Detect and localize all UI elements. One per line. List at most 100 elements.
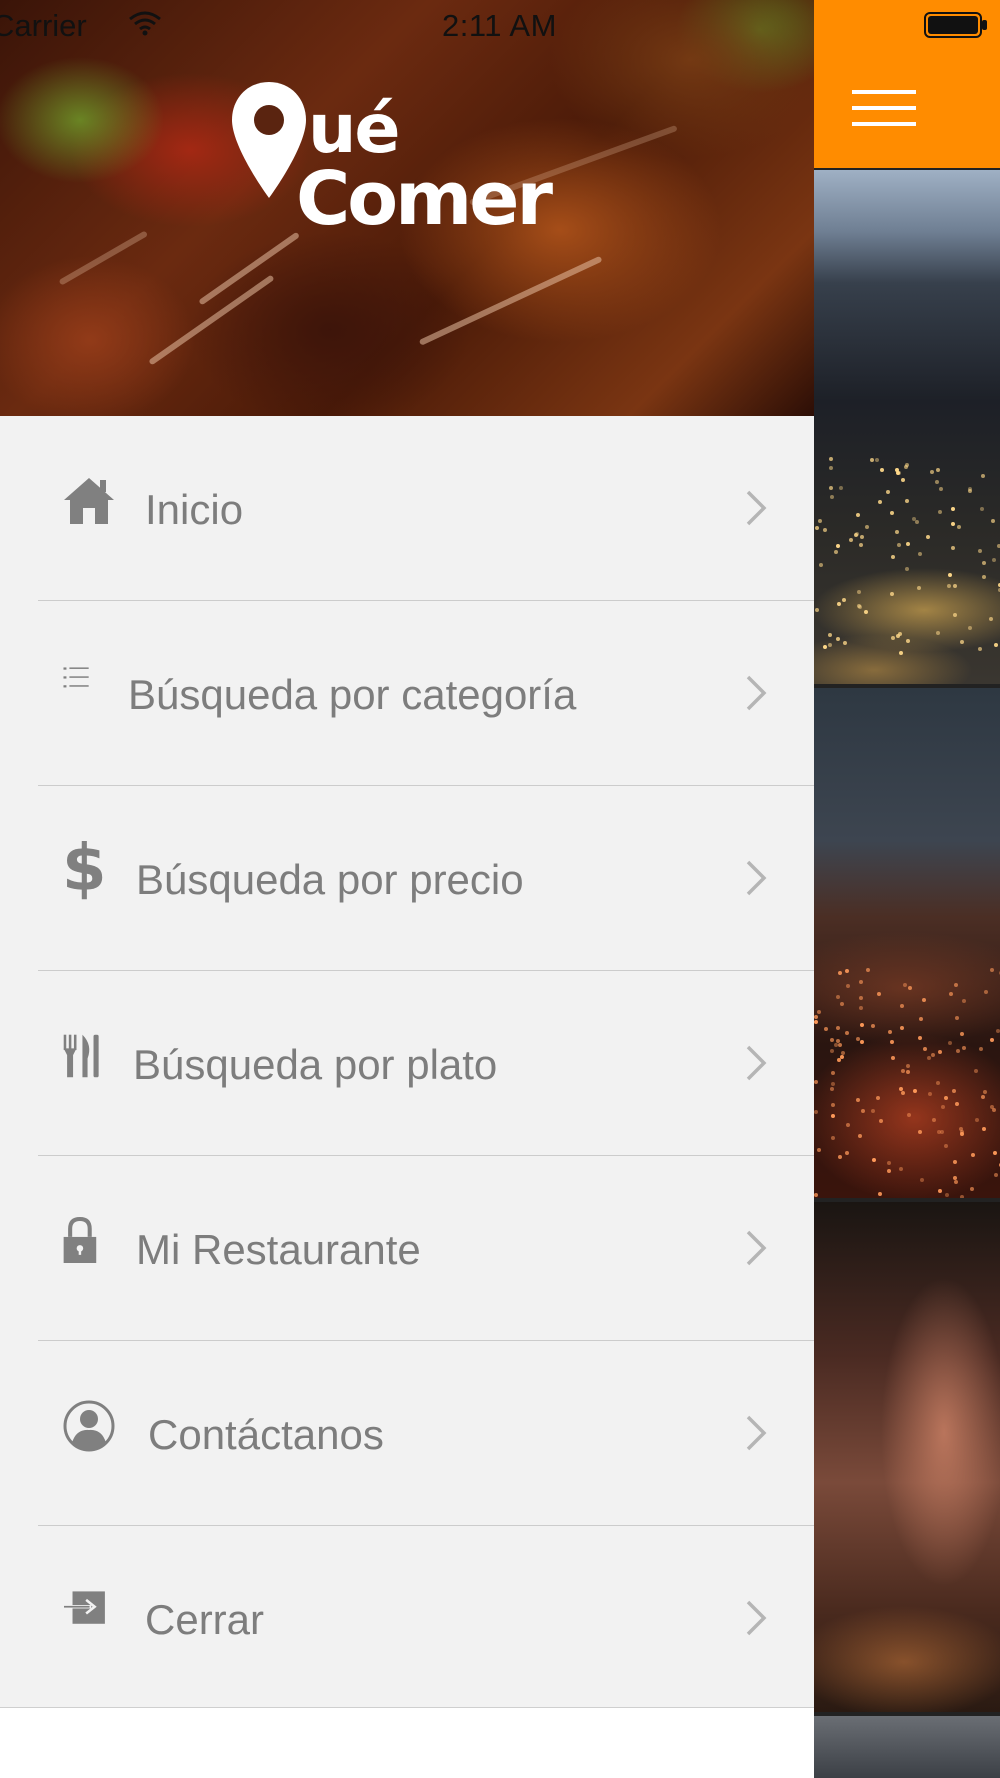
carrier-label: Carrier [0,8,87,43]
light-dot [957,525,961,529]
light-dot [951,507,955,511]
light-dot [944,1144,948,1148]
light-dot [904,465,908,469]
light-dot [842,598,846,602]
light-dot [878,500,882,504]
app-logo: ué Comer [228,78,588,242]
light-dot [968,626,972,630]
light-dot [944,1096,948,1100]
light-dot [912,517,916,521]
light-dot [971,1153,975,1157]
menu-item-label: Búsqueda por plato [133,1041,498,1088]
light-dot [978,549,982,553]
light-dot [886,490,890,494]
light-dot [930,470,934,474]
light-dot [915,520,919,524]
light-dot [838,971,842,975]
light-dot [836,544,840,548]
light-dot [830,1087,834,1091]
light-dot [839,486,843,490]
light-dot [856,1098,860,1102]
light-dot [984,990,988,994]
light-dot [836,1039,840,1043]
light-dot [814,1020,818,1024]
light-dot [887,1169,891,1173]
light-dot [990,1105,994,1109]
menu-item-busqueda-categoria[interactable]: Búsqueda por categoría [0,601,814,786]
hamburger-icon[interactable] [852,88,916,130]
light-dot [918,1130,922,1134]
light-dot [994,643,998,647]
light-dot [828,633,832,637]
menu-item-mi-restaurante[interactable]: Mi Restaurante [0,1156,814,1341]
light-dot [951,546,955,550]
church-tower-image-tile[interactable] [814,1202,1000,1712]
light-dot [953,1176,957,1180]
light-dot [981,474,985,478]
light-dot [900,1004,904,1008]
light-dot [860,1040,864,1044]
menu-item-contactanos[interactable]: Contáctanos [0,1341,814,1526]
light-dot [878,1192,882,1196]
light-dot [918,552,922,556]
light-dot [953,1160,957,1164]
light-dot [828,643,832,647]
valley-lights-image-tile[interactable] [814,688,1000,1198]
light-dot [859,996,863,1000]
light-dot [908,986,912,990]
light-dot [845,1031,849,1035]
light-dot [951,522,955,526]
light-dot [870,458,874,462]
light-dot [905,567,909,571]
menu-item-busqueda-plato[interactable]: Búsqueda por plato [0,971,814,1156]
menu-item-label: Inicio [145,486,244,533]
menu-item-cerrar[interactable]: Cerrar [0,1526,814,1711]
light-dot [974,1069,978,1073]
svg-text:$: $ [62,836,107,900]
light-dot [918,1036,922,1040]
light-dot [877,992,881,996]
light-dot [947,584,951,588]
light-dot [815,526,819,530]
light-dot [888,1030,892,1034]
light-dot [876,1096,880,1100]
light-dot [814,1080,818,1084]
light-dot [860,1023,864,1027]
light-dot [960,1195,964,1198]
light-dot [919,1017,923,1021]
light-dot [859,543,863,547]
light-dot [936,1081,940,1085]
image-tile[interactable] [814,1716,1000,1778]
light-dot [955,1102,959,1106]
light-dot [899,1167,903,1171]
light-dot [814,1110,818,1114]
light-dot [907,1113,911,1117]
light-dot [953,613,957,617]
city-night-image-tile[interactable] [814,170,1000,684]
menu-item-inicio[interactable]: Inicio [0,416,814,601]
home-icon [64,478,114,524]
light-dot [895,468,899,472]
lock-icon [63,1216,97,1263]
menu-item-busqueda-precio[interactable]: $ Búsqueda por precio [0,786,814,971]
fork-knife-icon [63,1034,99,1078]
status-time: 2:11 AM [442,8,557,43]
light-dot [859,980,863,984]
chevron-right-icon [746,490,767,526]
side-drawer: ué Comer Inicio Búsqueda por categoría $… [0,0,814,1778]
chevron-right-icon [746,1600,767,1636]
light-dot [830,1049,834,1053]
main-content-peek[interactable] [814,0,1000,1778]
light-dot [905,499,909,503]
light-dot [926,535,930,539]
light-dot [879,1119,883,1123]
light-dot [864,610,868,614]
light-dot [814,1015,818,1019]
light-dot [830,1038,834,1042]
light-dot [838,1155,842,1159]
light-dot [992,558,996,562]
light-dot [836,637,840,641]
light-dot [936,468,940,472]
light-dot [865,525,869,529]
light-dot [866,968,870,972]
